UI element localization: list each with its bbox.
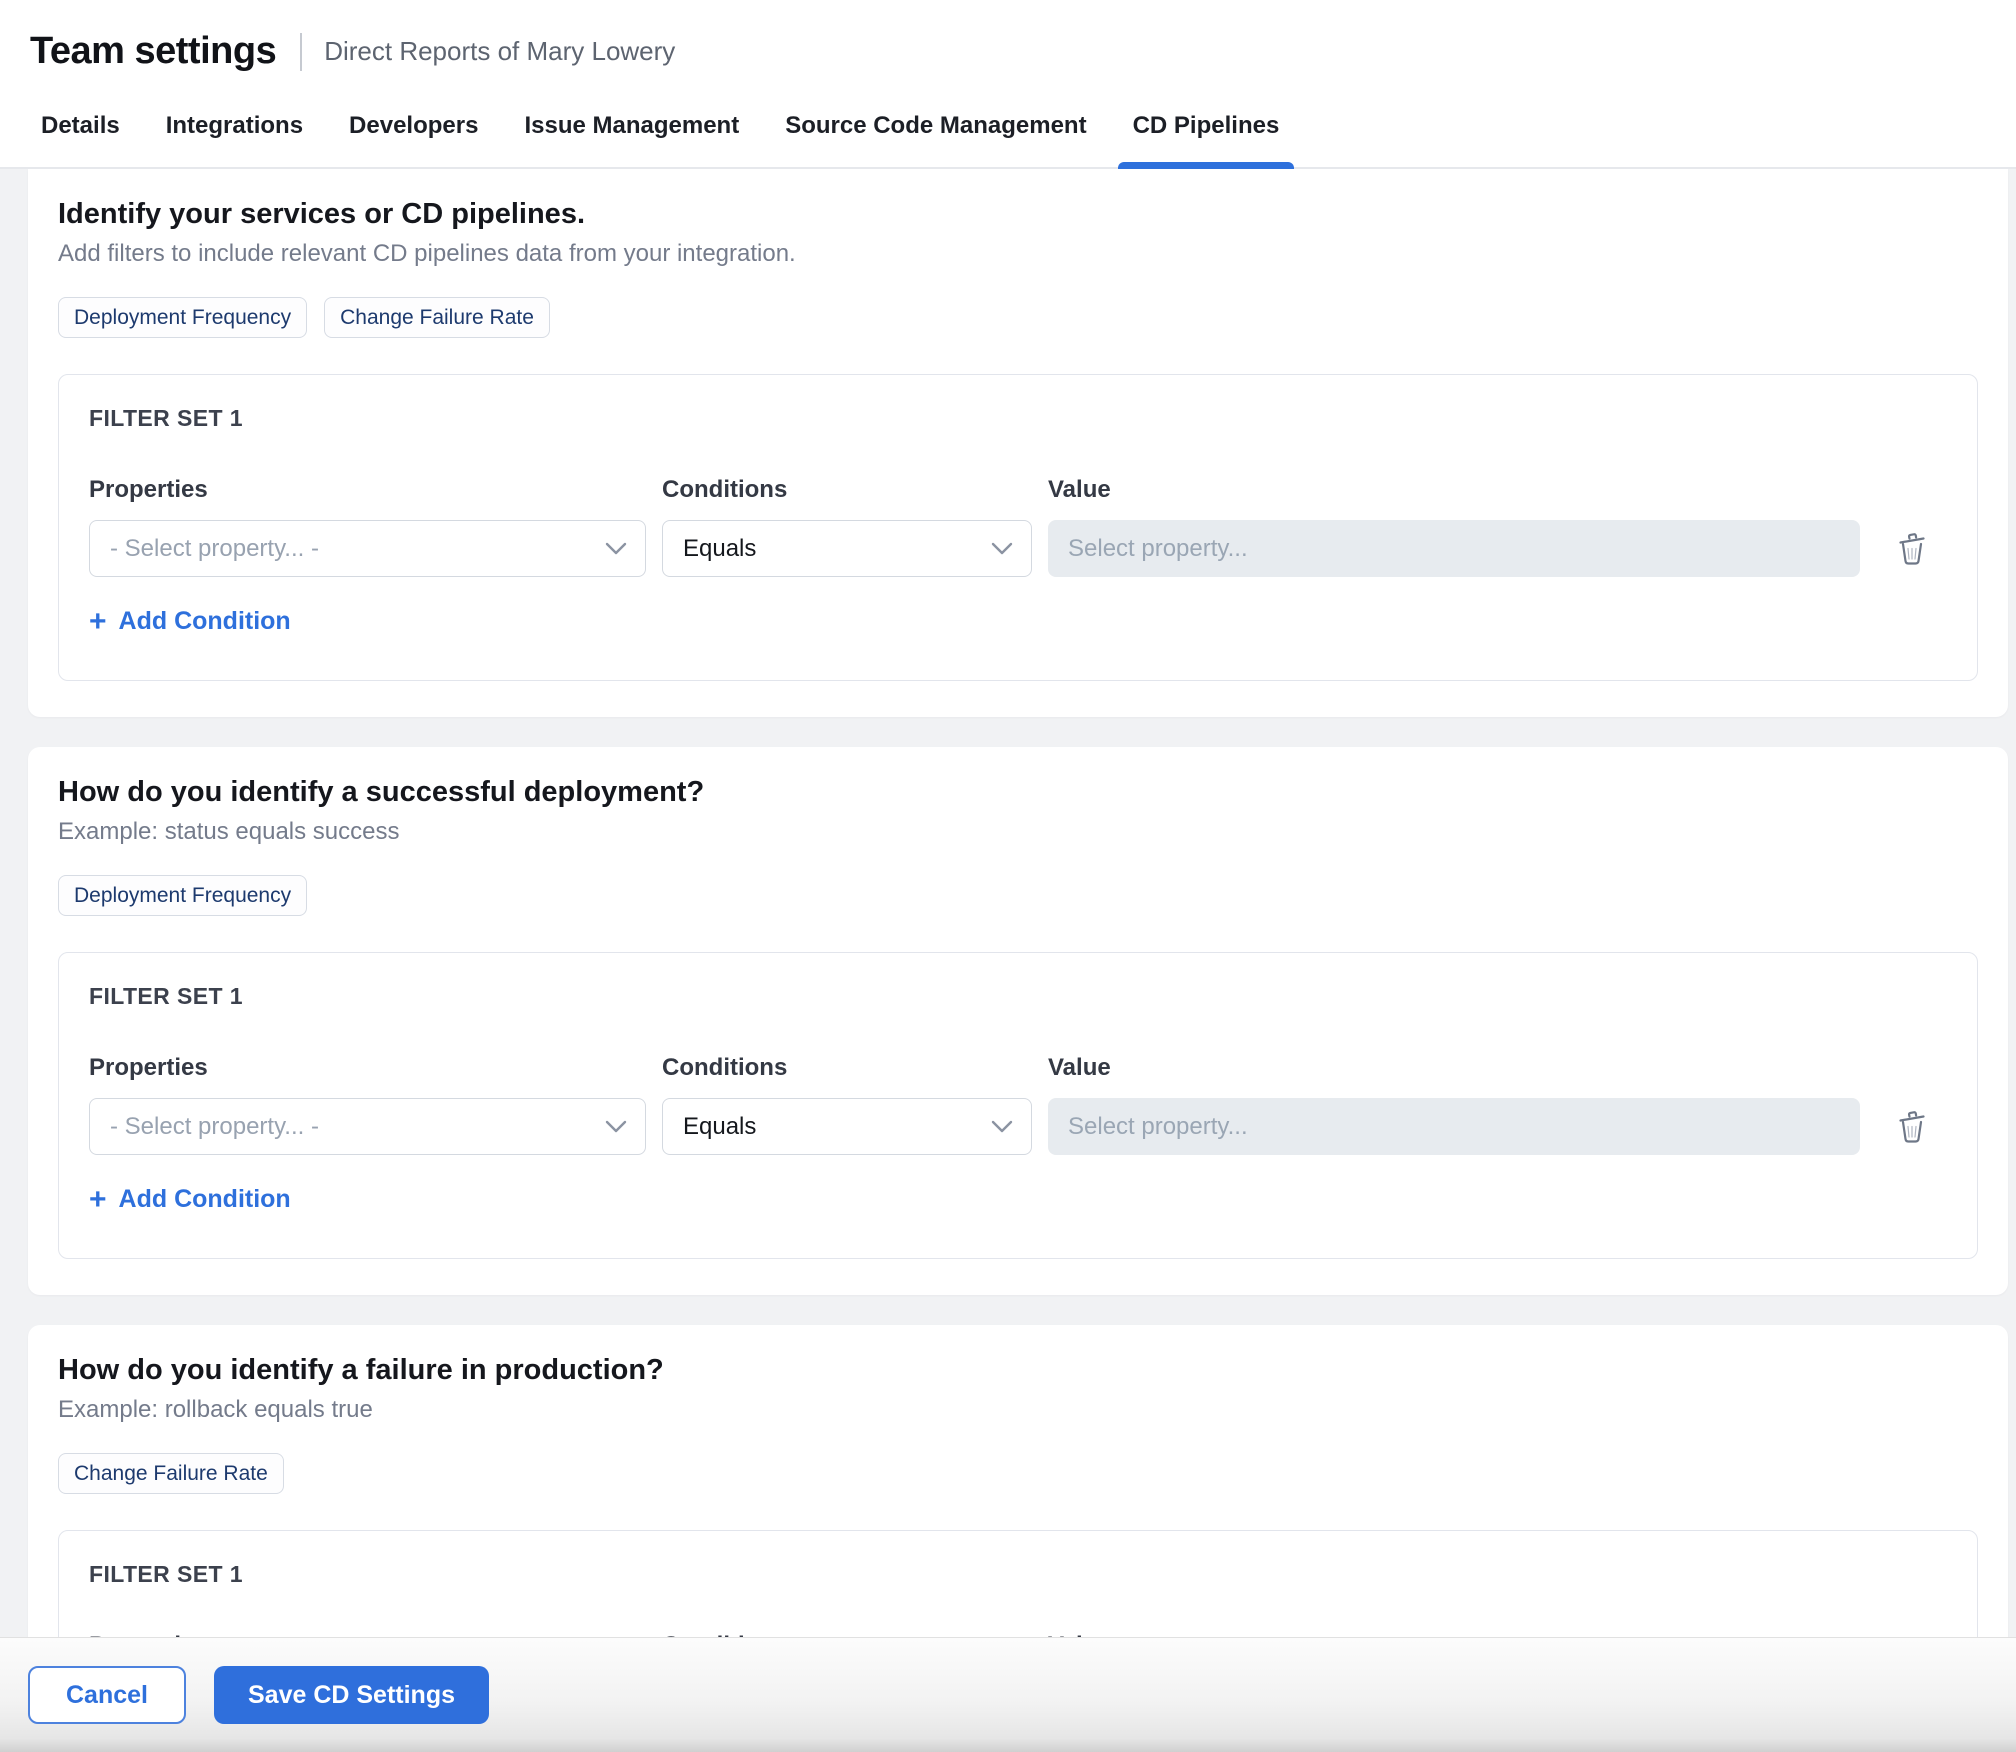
property-select-placeholder: - Select property... -: [110, 535, 319, 563]
condition-select-value: Equals: [683, 535, 756, 563]
tab-label: CD Pipelines: [1133, 112, 1280, 139]
metric-badges: Deployment Frequency: [58, 875, 1978, 916]
section-description: Example: status equals success: [58, 817, 1978, 847]
section-heading: Identify your services or CD pipelines.: [58, 195, 1978, 233]
filter-column-labels: Properties Conditions Value: [89, 476, 1947, 504]
value-input[interactable]: [1048, 520, 1860, 577]
badge-deployment-frequency: Deployment Frequency: [58, 297, 307, 338]
badge-deployment-frequency: Deployment Frequency: [58, 875, 307, 916]
tab-cd-pipelines[interactable]: CD Pipelines: [1118, 111, 1295, 167]
save-cd-settings-button[interactable]: Save CD Settings: [214, 1666, 489, 1724]
value-label: Value: [1048, 1054, 1860, 1082]
badge-change-failure-rate: Change Failure Rate: [324, 297, 550, 338]
delete-condition-button[interactable]: [1876, 1108, 1947, 1146]
page-header: Team settings Direct Reports of Mary Low…: [0, 0, 2016, 73]
condition-select[interactable]: Equals: [662, 520, 1032, 577]
tab-label: Integrations: [166, 112, 303, 139]
top-bar: Team settings Direct Reports of Mary Low…: [0, 0, 2016, 169]
properties-label: Properties: [89, 1054, 646, 1082]
tab-label: Issue Management: [524, 112, 739, 139]
property-select[interactable]: - Select property... -: [89, 1098, 646, 1155]
filter-condition-row: - Select property... - Equals: [89, 520, 1947, 577]
main-content: Identify your services or CD pipelines. …: [0, 169, 2016, 1741]
condition-select-value: Equals: [683, 1113, 756, 1141]
plus-icon: +: [89, 608, 107, 636]
trash-icon: [1893, 530, 1931, 568]
delete-condition-button[interactable]: [1876, 530, 1947, 568]
chevron-down-icon: [605, 1120, 627, 1134]
tab-bar: Details Integrations Developers Issue Ma…: [0, 111, 2016, 169]
chevron-down-icon: [605, 542, 627, 556]
section-heading: How do you identify a failure in product…: [58, 1351, 1978, 1389]
add-condition-label: Add Condition: [119, 1185, 291, 1214]
property-select[interactable]: - Select property... -: [89, 520, 646, 577]
section-identify-pipelines: Identify your services or CD pipelines. …: [28, 169, 2008, 717]
condition-select[interactable]: Equals: [662, 1098, 1032, 1155]
add-condition-button[interactable]: + Add Condition: [89, 1185, 291, 1214]
section-description: Example: rollback equals true: [58, 1395, 1978, 1425]
conditions-label: Conditions: [662, 1054, 1032, 1082]
active-tab-underline: [1118, 162, 1295, 169]
title-divider: [300, 33, 302, 71]
section-description: Add filters to include relevant CD pipel…: [58, 239, 1978, 269]
filter-set-title: FILTER SET 1: [89, 1561, 1947, 1588]
metric-badges: Deployment Frequency Change Failure Rate: [58, 297, 1978, 338]
tab-label: Developers: [349, 112, 478, 139]
filter-set-title: FILTER SET 1: [89, 983, 1947, 1010]
properties-label: Properties: [89, 476, 646, 504]
filter-set-card: FILTER SET 1 Properties Conditions Value…: [58, 952, 1978, 1259]
property-select-placeholder: - Select property... -: [110, 1113, 319, 1141]
chevron-down-icon: [991, 542, 1013, 556]
filter-column-labels: Properties Conditions Value: [89, 1054, 1947, 1082]
tab-integrations[interactable]: Integrations: [151, 111, 318, 167]
metric-badges: Change Failure Rate: [58, 1453, 1978, 1494]
tab-developers[interactable]: Developers: [334, 111, 493, 167]
add-condition-label: Add Condition: [119, 607, 291, 636]
cancel-button[interactable]: Cancel: [28, 1666, 186, 1724]
section-heading: How do you identify a successful deploym…: [58, 773, 1978, 811]
plus-icon: +: [89, 1186, 107, 1214]
badge-change-failure-rate: Change Failure Rate: [58, 1453, 284, 1494]
tab-issue-management[interactable]: Issue Management: [509, 111, 754, 167]
trash-icon: [1893, 1108, 1931, 1146]
filter-set-title: FILTER SET 1: [89, 405, 1947, 432]
page-title: Team settings: [30, 30, 276, 73]
tab-label: Details: [41, 112, 120, 139]
chevron-down-icon: [991, 1120, 1013, 1134]
add-condition-button[interactable]: + Add Condition: [89, 607, 291, 636]
tab-label: Source Code Management: [785, 112, 1086, 139]
action-footer: Cancel Save CD Settings: [0, 1637, 2016, 1752]
section-successful-deployment: How do you identify a successful deploym…: [28, 747, 2008, 1295]
page-subtitle: Direct Reports of Mary Lowery: [324, 36, 675, 67]
value-label: Value: [1048, 476, 1860, 504]
tab-details[interactable]: Details: [26, 111, 135, 167]
tab-source-code-management[interactable]: Source Code Management: [770, 111, 1101, 167]
filter-condition-row: - Select property... - Equals: [89, 1098, 1947, 1155]
filter-set-card: FILTER SET 1 Properties Conditions Value…: [58, 374, 1978, 681]
conditions-label: Conditions: [662, 476, 1032, 504]
value-input[interactable]: [1048, 1098, 1860, 1155]
